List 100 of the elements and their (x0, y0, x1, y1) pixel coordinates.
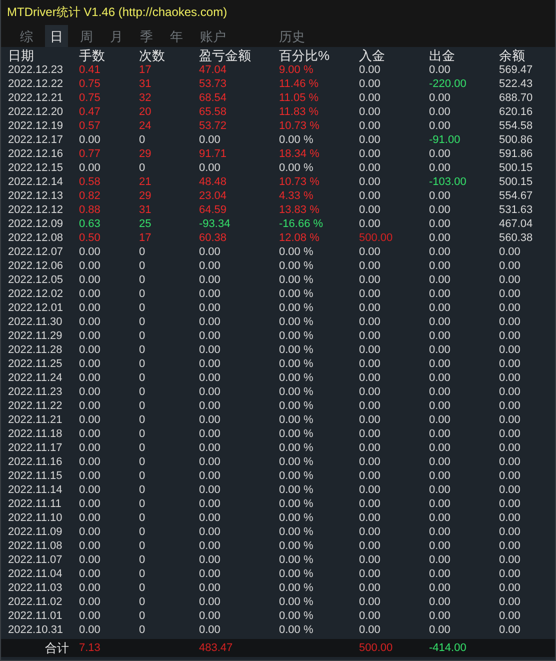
table-cell-text: 0.00 (79, 259, 102, 273)
table-cell-text: 0.00 (429, 539, 452, 553)
tab[interactable]: 账户 (195, 25, 231, 47)
table-cell-text: 0.00 (429, 119, 452, 133)
tab[interactable]: 周 (75, 25, 98, 47)
table-cell-text: 0.00 (79, 497, 102, 511)
column-header: 盈亏金额 (199, 48, 252, 63)
table-cell-text: 0.75 (79, 77, 102, 91)
tab[interactable]: 月 (105, 25, 128, 47)
table-cell-text: 0.00 (429, 427, 452, 441)
table-cell-text: 0.00 (79, 455, 102, 469)
table-cell-text: 0.00 (199, 483, 222, 497)
table-cell-text: 0.00 (499, 553, 522, 567)
table-cell-text: 2022.11.16 (8, 455, 64, 469)
table-cell-text: 12.08 % (279, 231, 320, 245)
table-cell-text: 0.50 (79, 231, 102, 245)
table-cell-text: 0.00 (499, 455, 522, 469)
table-cell-text: 11.05 % (279, 91, 320, 105)
table-cell-text: 0.00 (429, 315, 452, 329)
table-cell-text: 2022.11.25 (8, 357, 64, 371)
table-cell-text: 500.15 (499, 161, 534, 175)
table-cell-text: 2022.12.15 (8, 161, 64, 175)
tab[interactable]: 年 (165, 25, 188, 47)
table-cell-text: 0.00 (79, 469, 102, 483)
table-cell-text: 0.00 (359, 133, 382, 147)
table-cell-text: 2022.12.02 (8, 287, 64, 301)
table-cell-text: 2022.11.03 (8, 581, 64, 595)
table-cell-text: 65.58 (199, 105, 228, 119)
column-header: 手数 (79, 48, 106, 63)
table-cell-text: 0.00 (199, 259, 222, 273)
table-cell-text: 0 (139, 427, 146, 441)
table-cell-text: 0 (139, 567, 146, 581)
table-cell-text: 0.41 (79, 63, 102, 77)
table-cell-text: 0.00 (359, 553, 382, 567)
table-cell-text: 620.16 (499, 105, 534, 119)
column-header: 日期 (8, 48, 35, 63)
table-cell-text: 0.00 (199, 133, 222, 147)
table-cell-text: 10.73 % (279, 119, 320, 133)
table-cell-text: 0.00 (199, 427, 222, 441)
table-cell-text: 0 (139, 161, 146, 175)
table-cell-text: 0.00 (429, 609, 452, 623)
table-cell-text: 2022.11.30 (8, 315, 64, 329)
table-cell-text: 18.34 % (279, 147, 320, 161)
table-cell-text: 0.00 (429, 595, 452, 609)
table-cell-text: 2022.12.12 (8, 203, 64, 217)
table-cell-text: 0.00 (199, 315, 222, 329)
table-cell-text: 2022.11.01 (8, 609, 64, 623)
table-cell-text: 0.00 % (279, 287, 314, 301)
table-cell-text: 0.00 (199, 441, 222, 455)
table-cell-text: 0.00 (429, 91, 452, 105)
table-cell-text: 0.00 (359, 539, 382, 553)
table-cell-text: 0.00 (199, 385, 222, 399)
table-cell-text: 0.00 (199, 343, 222, 357)
column-header: 入金 (359, 48, 386, 63)
table-cell-text: 0.00 % (279, 133, 314, 147)
table-cell-text: 467.04 (499, 217, 534, 231)
table-cell-text: 2022.11.10 (8, 511, 64, 525)
tab[interactable]: 日 (45, 25, 68, 47)
table-cell-text: 0.00 % (279, 399, 314, 413)
table-cell-text: 0.00 % (279, 553, 314, 567)
table-cell-text: 0.00 (79, 385, 102, 399)
table-cell-text: 0.00 (429, 329, 452, 343)
table-cell-text: 0.00 (429, 581, 452, 595)
total-label: 合计 (44, 641, 70, 655)
table-cell-text: 0 (139, 273, 146, 287)
table-cell-text: 0.00 (499, 399, 522, 413)
table-cell-text: 0.00 (199, 581, 222, 595)
table-cell-text: 0.00 (499, 329, 522, 343)
tab[interactable]: 综 (15, 25, 38, 47)
table-cell-text: 0.00 (499, 511, 522, 525)
tab[interactable]: 季 (135, 25, 158, 47)
table-cell-text: 11.83 % (279, 105, 320, 119)
table-cell-text: 0 (139, 623, 146, 637)
table-cell-text: 2022.12.19 (8, 119, 64, 133)
table-cell-text: 0.00 (429, 147, 452, 161)
total-cell-text: 7.13 (79, 641, 102, 655)
tab[interactable]: 历史 (274, 25, 310, 47)
table-cell-text: 23.04 (199, 189, 228, 203)
table-cell-text: 2022.11.08 (8, 539, 64, 553)
table-cell-text: 0.00 (79, 539, 102, 553)
table-cell-text: 0.00 (79, 343, 102, 357)
table-cell-text: 531.63 (499, 203, 534, 217)
table-cell-text: 0.00 (499, 539, 522, 553)
table-cell-text: 0.00 (499, 483, 522, 497)
table-cell-text: 0.00 (499, 343, 522, 357)
table-cell-text: 0 (139, 357, 146, 371)
table-cell-text: -103.00 (429, 175, 468, 189)
table-cell-text: 0.00 (79, 287, 102, 301)
table-cell-text: 0.00 % (279, 301, 314, 315)
table-cell-text: 0.00 (359, 623, 382, 637)
table-cell-text: 0.00 (499, 567, 522, 581)
table-cell-text: 0.00 (359, 273, 382, 287)
table-cell-text: 0.00 % (279, 539, 314, 553)
table-cell-text: 2022.12.20 (8, 105, 64, 119)
table-cell-text: 0.00 (429, 623, 452, 637)
table-cell-text: 0.00 (359, 175, 382, 189)
table-cell-text: -16.66 % (279, 217, 324, 231)
table-cell-text: 0.00 (429, 343, 452, 357)
window-title: MTDriver统计 V1.46 (http://chaokes.com) (7, 4, 228, 21)
table-cell-text: 0.00 (499, 357, 522, 371)
